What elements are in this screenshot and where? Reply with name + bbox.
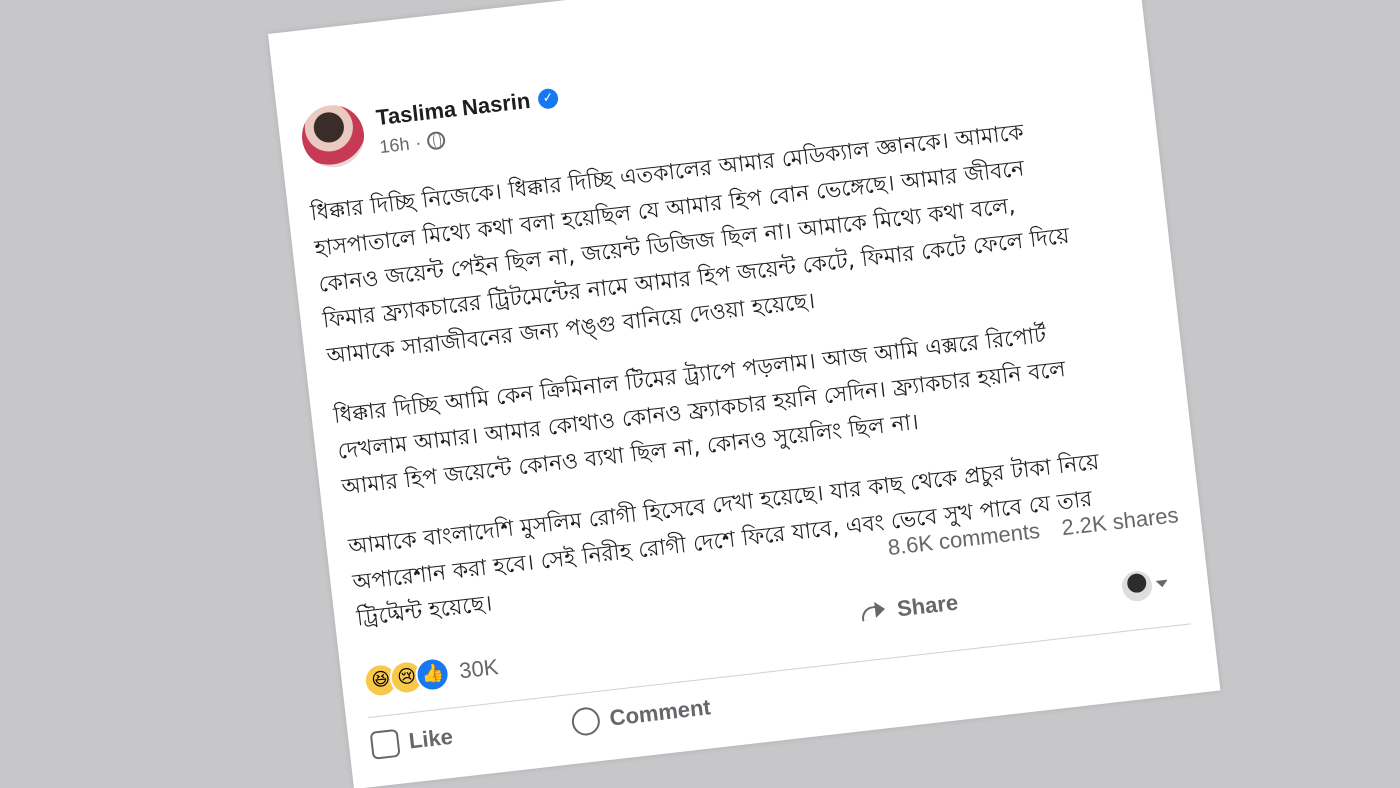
globe-icon [426,130,447,151]
comment-icon [570,705,602,737]
screenshot-stage: ••• Taslima Nasrin ✓ 16h · ধিক্কার দিচ্ছ… [0,0,1400,788]
author-avatar[interactable] [298,101,368,171]
reaction-icons[interactable]: 😆 😢 👍 [362,655,452,700]
post-header: Taslima Nasrin ✓ 16h · [298,80,563,171]
meta-separator: · [414,131,423,153]
comment-button[interactable]: Comment [570,693,712,737]
facebook-post-card: ••• Taslima Nasrin ✓ 16h · ধিক্কার দিচ্ছ… [268,0,1221,788]
verified-badge-icon: ✓ [536,87,560,110]
viewer-avatar [1120,569,1154,603]
caret-down-icon [1155,579,1169,588]
reactions-count[interactable]: 30K [458,654,500,684]
comment-label: Comment [608,694,712,731]
like-label: Like [407,723,455,754]
post-time[interactable]: 16h [378,133,410,157]
like-icon [369,728,401,760]
share-label: Share [895,589,960,622]
viewer-avatar-selector[interactable] [1120,568,1169,603]
share-icon [858,600,888,625]
like-button[interactable]: Like [369,723,455,760]
author-info: Taslima Nasrin ✓ 16h · [375,84,563,157]
